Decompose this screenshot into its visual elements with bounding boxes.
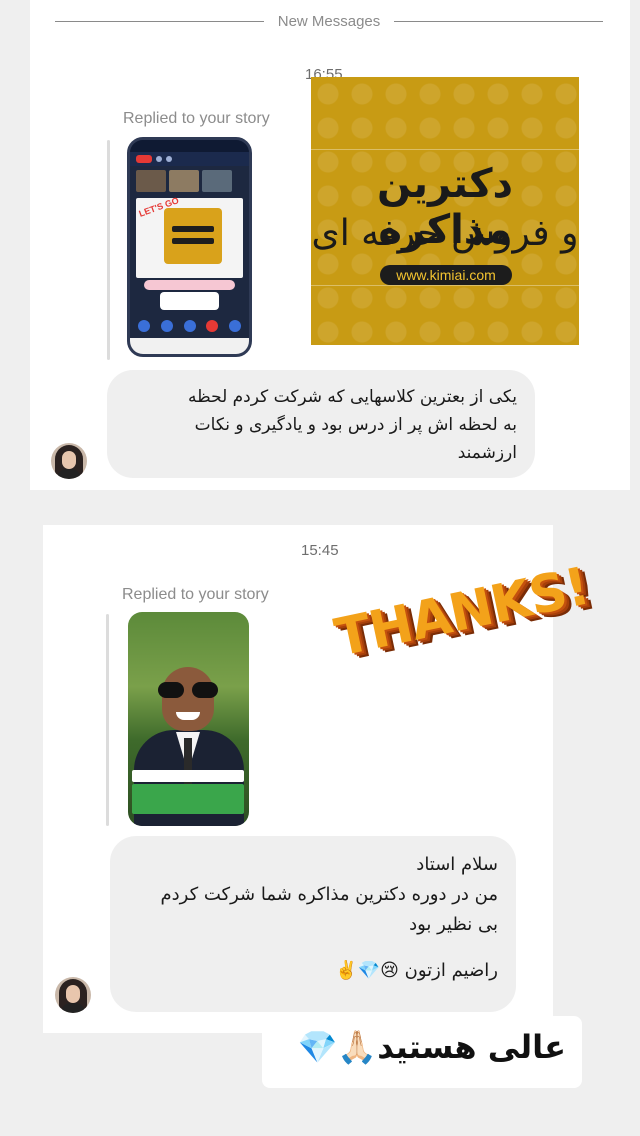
message-text-line: به لحظه اش پر از درس بود و یادگیری و نکا… bbox=[194, 415, 517, 435]
caption-banner bbox=[132, 770, 244, 782]
participant-video bbox=[202, 170, 232, 192]
end-call-icon bbox=[206, 320, 219, 332]
participant-video bbox=[136, 170, 166, 192]
divider-line-right bbox=[394, 20, 604, 22]
divider-line-left bbox=[55, 20, 264, 22]
sender-avatar[interactable] bbox=[55, 977, 91, 1013]
message-text-line: ارزشمند bbox=[457, 443, 517, 463]
person-head bbox=[162, 667, 214, 731]
course-logo bbox=[164, 208, 222, 264]
shared-slide: LET'S GO bbox=[136, 195, 243, 278]
message-timestamp: 15:45 bbox=[301, 542, 339, 559]
message-text-line: سلام استاد bbox=[416, 854, 498, 875]
control-icon bbox=[160, 320, 173, 332]
message-text-line: یکی از بعترین کلاسهایی که شرکت کردم لحظه bbox=[188, 387, 517, 407]
browser-url-bar bbox=[130, 338, 249, 354]
participant-video bbox=[169, 170, 199, 192]
course-promo-image[interactable]: دکترین مذاکره و فروش حرفه ای www.kimiai.… bbox=[311, 77, 579, 345]
caption-box bbox=[132, 784, 244, 814]
meeting-toolbar bbox=[130, 152, 249, 166]
story-thumbnail[interactable] bbox=[128, 612, 249, 826]
text-sticker: عالی هستید🙏🏻💎 bbox=[297, 1028, 566, 1066]
control-icon bbox=[138, 320, 150, 332]
meeting-controls bbox=[138, 320, 241, 332]
record-icon bbox=[136, 155, 152, 163]
replied-to-story-label: Replied to your story bbox=[123, 110, 270, 127]
message-text-line: بی نظیر بود bbox=[409, 914, 498, 935]
reply-indicator-bar bbox=[107, 140, 110, 360]
phone-status-bar bbox=[130, 140, 249, 152]
promo-url: www.kimiai.com bbox=[380, 265, 512, 285]
replied-to-story-label: Replied to your story bbox=[122, 586, 269, 603]
divider-line bbox=[311, 149, 579, 150]
sunglasses bbox=[158, 682, 218, 698]
control-icon bbox=[183, 320, 196, 332]
divider-line bbox=[311, 285, 579, 286]
message-bubble[interactable]: سلام استاد من در دوره دکترین مذاکره شما … bbox=[110, 836, 516, 1012]
participant-videos bbox=[130, 166, 249, 196]
message-bubble[interactable]: یکی از بعترین کلاسهایی که شرکت کردم لحظه… bbox=[107, 370, 535, 478]
mention-tags bbox=[160, 292, 219, 310]
new-messages-label: New Messages bbox=[277, 12, 381, 30]
reply-indicator-bar bbox=[106, 614, 109, 826]
promo-subtitle: و فروش حرفه ای bbox=[311, 213, 579, 254]
sender-avatar[interactable] bbox=[51, 443, 87, 479]
message-signature: راضیم ازتون 😢💎✌️ bbox=[335, 960, 498, 981]
story-thumbnail[interactable]: LET'S GO bbox=[127, 137, 252, 357]
new-messages-divider: New Messages bbox=[55, 10, 604, 32]
message-text-line: من در دوره دکترین مذاکره شما شرکت کردم bbox=[160, 884, 498, 905]
camera-icon bbox=[166, 156, 172, 162]
course-start-banner bbox=[144, 280, 235, 290]
control-icon bbox=[229, 320, 241, 332]
mic-icon bbox=[156, 156, 162, 162]
